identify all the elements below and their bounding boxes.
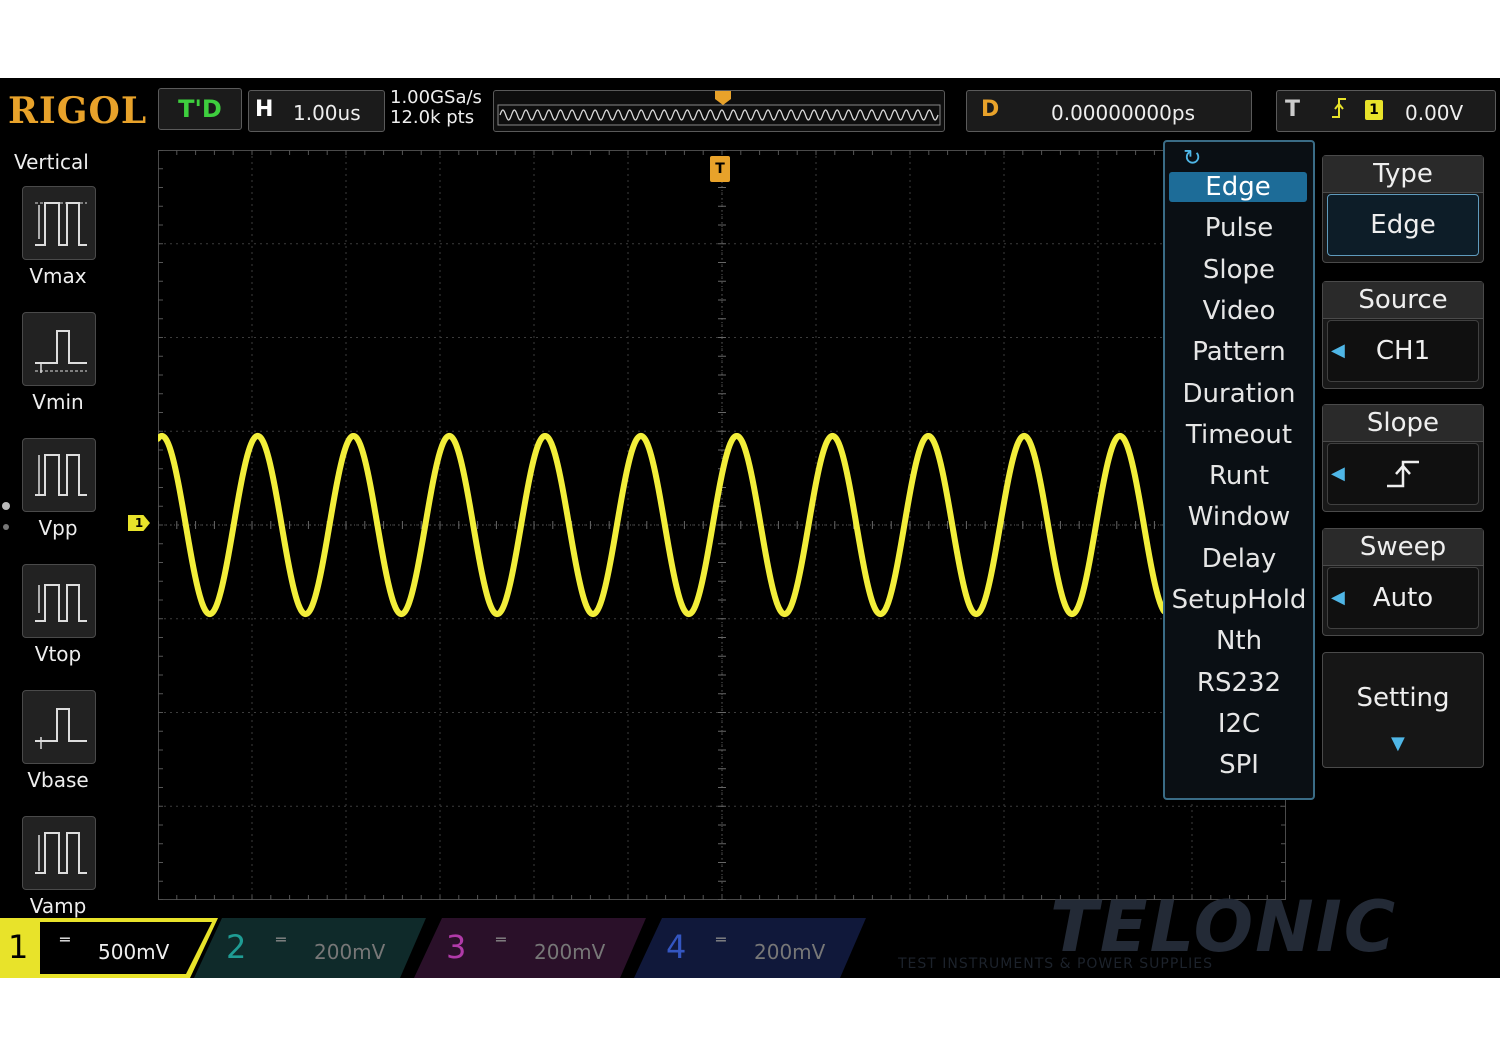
vtop-label: Vtop: [34, 642, 82, 666]
ch1-scale: 500mV: [98, 940, 170, 964]
sample-rate: 1.00GSa/s: [390, 87, 482, 108]
watermark-tagline: TEST INSTRUMENTS & POWER SUPPLIES: [898, 956, 1213, 972]
trigger-type-delay[interactable]: Delay: [1165, 544, 1313, 574]
vbase-label: Vbase: [27, 768, 89, 792]
vmax-icon: [22, 186, 96, 260]
overview-trigger-marker: [715, 91, 731, 105]
vmin-label: Vmin: [32, 390, 84, 414]
rigol-logo: RIGOL: [8, 90, 148, 132]
delay-display[interactable]: D 0.00000000ps: [966, 90, 1252, 132]
measure-vpp[interactable]: Vpp: [18, 438, 98, 558]
ch4-dc-coupling-icon: ═: [716, 930, 726, 949]
trigger-label: T: [1285, 97, 1301, 122]
sweep-knob-arrow-icon: ◀: [1331, 587, 1345, 608]
sweep-value: Auto: [1327, 567, 1479, 629]
vbase-icon: [22, 690, 96, 764]
menu-knob-icon: ↻: [1183, 146, 1202, 171]
ch1-offset-marker[interactable]: 1: [128, 515, 150, 531]
ch1-trace: [158, 432, 1167, 618]
measure-vtop[interactable]: Vtop: [18, 564, 98, 684]
ch2-scale: 200mV: [314, 940, 386, 964]
ch4-number: 4: [666, 928, 687, 966]
vpp-icon: [22, 438, 96, 512]
ch4-scale: 200mV: [754, 940, 826, 964]
waveform-overview: [493, 90, 945, 132]
trigger-type-edge[interactable]: Edge: [1169, 172, 1307, 202]
rising-edge-icon: [1329, 95, 1349, 127]
softkey-slope[interactable]: Slope ◀: [1322, 404, 1484, 512]
timebase-value: 1.00us: [293, 101, 361, 125]
measure-vmin[interactable]: Vmin: [18, 312, 98, 432]
trigger-type-runt[interactable]: Runt: [1165, 461, 1313, 491]
softkey-type[interactable]: Type Edge: [1322, 155, 1484, 263]
delay-label: D: [981, 97, 1000, 122]
trigger-type-video[interactable]: Video: [1165, 296, 1313, 326]
sample-info: 1.00GSa/s 12.0k pts: [390, 88, 482, 128]
measure-vmax[interactable]: Vmax: [18, 186, 98, 306]
timebase-label: H: [255, 97, 274, 122]
slope-knob-arrow-icon: ◀: [1331, 463, 1345, 484]
type-value: Edge: [1327, 194, 1479, 256]
softkey-sweep[interactable]: Sweep Auto ◀: [1322, 528, 1484, 636]
trigger-type-menu: ↻ Edge Pulse Slope Video Pattern Duration Time…: [1163, 140, 1315, 800]
setting-title: Setting: [1356, 683, 1450, 713]
trigger-type-slope[interactable]: Slope: [1165, 255, 1313, 285]
channel-2-bar[interactable]: 2 ═ 200mV: [194, 900, 426, 978]
trigger-type-nth[interactable]: Nth: [1165, 626, 1313, 656]
timebase-display[interactable]: H 1.00us: [248, 90, 385, 132]
channel-3-bar[interactable]: 3 ═ 200mV: [414, 900, 646, 978]
trigger-type-timeout[interactable]: Timeout: [1165, 420, 1313, 450]
vpp-label: Vpp: [38, 516, 78, 540]
source-title: Source: [1323, 282, 1483, 319]
trigger-type-i2c[interactable]: I2C: [1165, 709, 1313, 739]
channel-4-bar[interactable]: 4 ═ 200mV: [634, 900, 866, 978]
trigger-level: 0.00V: [1405, 101, 1464, 125]
vtop-icon: [22, 564, 96, 638]
measure-vbase[interactable]: Vbase: [18, 690, 98, 810]
vamp-icon: [22, 816, 96, 890]
trigger-type-pattern[interactable]: Pattern: [1165, 337, 1313, 367]
rising-slope-icon: [1387, 460, 1419, 488]
ch3-dc-coupling-icon: ═: [496, 930, 506, 949]
trigger-type-duration[interactable]: Duration: [1165, 379, 1313, 409]
ch3-scale: 200mV: [534, 940, 606, 964]
panel-page-dot: [2, 502, 10, 510]
trigger-type-window[interactable]: Window: [1165, 502, 1313, 532]
overview-waveform-icon: [497, 91, 941, 126]
trigger-type-setuphold[interactable]: SetupHold: [1165, 585, 1313, 615]
softkey-setting[interactable]: Setting ▼: [1322, 652, 1484, 768]
delay-value: 0.00000000ps: [1051, 101, 1195, 125]
vmax-label: Vmax: [29, 264, 87, 288]
oscilloscope-screen: RIGOL T'D H 1.00us 1.00GSa/s 12.0k pts D…: [0, 78, 1500, 978]
ch2-number: 2: [226, 928, 247, 966]
run-status: T'D: [158, 88, 242, 130]
trigger-display[interactable]: T 1 0.00V: [1276, 90, 1496, 132]
vmin-icon: [22, 312, 96, 386]
trigger-source-badge: 1: [1365, 100, 1383, 120]
ch1-waveform: [158, 432, 1167, 618]
vertical-panel-title: Vertical: [14, 150, 89, 174]
ch2-dc-coupling-icon: ═: [276, 930, 286, 949]
ch1-dc-coupling-icon: ═: [60, 930, 70, 949]
source-knob-arrow-icon: ◀: [1331, 340, 1345, 361]
trigger-type-rs232[interactable]: RS232: [1165, 668, 1313, 698]
trigger-type-spi[interactable]: SPI: [1165, 750, 1313, 780]
source-value: CH1: [1327, 320, 1479, 382]
ch1-number: 1: [8, 928, 29, 966]
sweep-title: Sweep: [1323, 529, 1483, 566]
slope-value: [1327, 443, 1479, 505]
memory-depth: 12.0k pts: [390, 107, 475, 128]
more-down-icon: ▼: [1391, 733, 1405, 754]
type-title: Type: [1323, 156, 1483, 193]
softkey-source[interactable]: Source CH1 ◀: [1322, 281, 1484, 389]
trigger-position-marker[interactable]: T: [710, 156, 730, 182]
trigger-type-pulse[interactable]: Pulse: [1165, 213, 1313, 243]
channel-1-bar[interactable]: 1 ═ 500mV: [0, 900, 218, 978]
slope-title: Slope: [1323, 405, 1483, 442]
ch3-number: 3: [446, 928, 467, 966]
panel-page-dot: [3, 524, 9, 530]
